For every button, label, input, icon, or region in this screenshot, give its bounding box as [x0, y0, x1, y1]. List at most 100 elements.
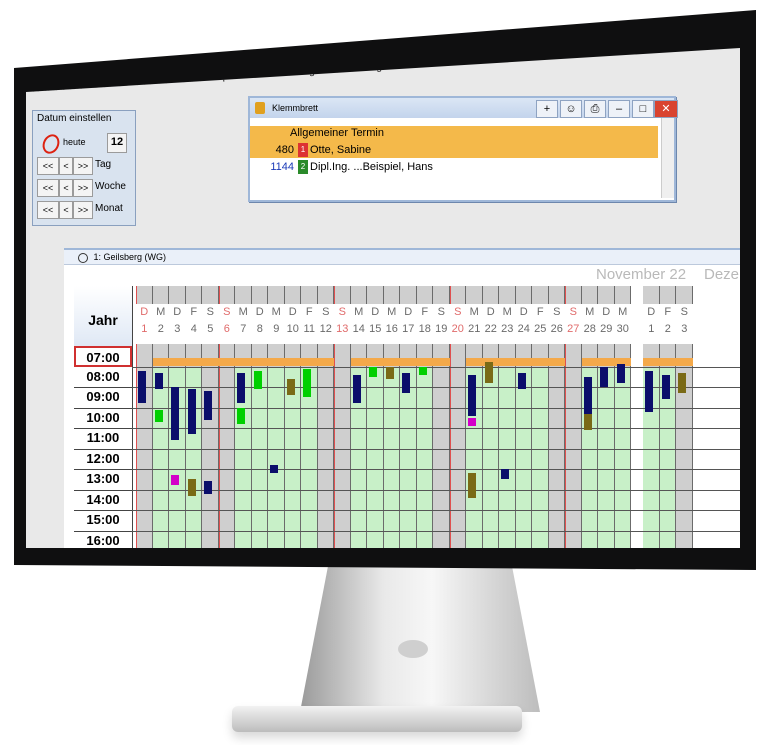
- day-header: D 24: [515, 304, 532, 344]
- appointment-block[interactable]: [616, 364, 625, 383]
- patient-id: 480: [275, 144, 294, 156]
- add-button[interactable]: +: [536, 100, 558, 118]
- appointment-block[interactable]: [418, 366, 427, 375]
- clipboard-window: Klemmbrett + ☺ ⎙ – □ ✕ Allgemeiner Termi…: [248, 96, 678, 202]
- calendar-icon[interactable]: 12: [107, 133, 127, 153]
- day-header: S 13: [334, 304, 351, 344]
- appointment-block[interactable]: [154, 409, 163, 422]
- calendar-grid[interactable]: Jahr 07:00 08:00 09:00 10:00 11:00 12:00 13:00…: [74, 286, 740, 548]
- calendar-window: 1: Geilsberg (WG) November 22 Dezemb Jah…: [64, 248, 740, 548]
- appointment-block[interactable]: [270, 464, 279, 474]
- appointment-block[interactable]: [517, 372, 526, 390]
- day-number: 30: [616, 323, 629, 335]
- week-forward[interactable]: >>: [73, 179, 93, 197]
- today-button[interactable]: heute: [39, 131, 89, 157]
- appointment-block[interactable]: [154, 372, 163, 390]
- appointment-block[interactable]: [237, 407, 246, 424]
- day-number: 9: [273, 323, 280, 335]
- appointment-block[interactable]: [661, 374, 670, 400]
- print-icon[interactable]: ⎙: [584, 100, 606, 118]
- month-back[interactable]: <: [59, 201, 73, 219]
- week-back[interactable]: <: [59, 179, 73, 197]
- day-number: 28: [583, 323, 596, 335]
- appointment-block[interactable]: [385, 366, 394, 379]
- hour-line: [132, 530, 740, 532]
- day-number: 3: [174, 323, 181, 335]
- clipboard-scrollbar[interactable]: [661, 118, 674, 198]
- appointment-block[interactable]: [352, 374, 361, 404]
- appointment-block[interactable]: [187, 479, 196, 496]
- date-panel-title: Datum einstellen: [37, 113, 112, 124]
- time-column: Jahr 07:00 08:00 09:00 10:00 11:00 12:00 13:00…: [74, 286, 133, 548]
- date-panel: Datum einstellen heute 12 << < >> Tag <<…: [32, 110, 136, 226]
- hour-line: [132, 489, 740, 491]
- minimize-button[interactable]: –: [608, 100, 630, 118]
- close-button[interactable]: ✕: [654, 100, 678, 118]
- month-back-fast[interactable]: <<: [37, 201, 59, 219]
- slot-bar[interactable]: [643, 358, 693, 367]
- appointment-block[interactable]: [583, 376, 592, 414]
- appointment-block[interactable]: [484, 362, 493, 383]
- appointment-block[interactable]: [369, 366, 378, 377]
- day-header: M 16: [383, 304, 400, 344]
- today-label: heute: [63, 137, 86, 147]
- day-header: S 27: [565, 304, 582, 344]
- slot-bar[interactable]: [235, 358, 334, 367]
- appointment-block[interactable]: [678, 372, 687, 394]
- time-label: 15:00: [74, 510, 132, 532]
- day-number: 17: [402, 323, 415, 335]
- hour-line: [132, 510, 740, 511]
- patient-badge: 2: [298, 160, 308, 174]
- time-label: 07:00: [74, 346, 132, 367]
- appointment-block[interactable]: [204, 481, 213, 494]
- day-letter: M: [271, 306, 281, 318]
- appointment-block[interactable]: [253, 370, 262, 390]
- person-icon[interactable]: ☺: [560, 100, 582, 118]
- week-back-fast[interactable]: <<: [37, 179, 59, 197]
- appointment-block[interactable]: [402, 372, 411, 394]
- appointment-block[interactable]: [645, 370, 654, 412]
- appointment-block[interactable]: [583, 413, 592, 431]
- appointment-block[interactable]: [286, 378, 295, 396]
- month-forward[interactable]: >>: [73, 201, 93, 219]
- free-slot: [251, 366, 267, 548]
- appointment-block[interactable]: [171, 387, 180, 441]
- appointment-block[interactable]: [171, 475, 180, 486]
- month-november: November 22: [596, 266, 687, 283]
- day-letter: M: [618, 306, 628, 318]
- appointment-block[interactable]: [138, 370, 147, 404]
- appointment-block[interactable]: [468, 374, 477, 416]
- slot-bar[interactable]: [350, 358, 450, 367]
- free-slot: [268, 366, 284, 548]
- appointment-block[interactable]: [237, 372, 246, 404]
- maximize-button[interactable]: □: [632, 100, 654, 118]
- monitor-base: [232, 706, 522, 732]
- day-number: 23: [501, 323, 514, 335]
- day-letter: D: [404, 306, 413, 318]
- appointment-block[interactable]: [501, 469, 510, 480]
- day-header: S5: [202, 304, 219, 344]
- day-forward[interactable]: >>: [73, 157, 93, 175]
- appointment-block[interactable]: [468, 473, 477, 498]
- day-back[interactable]: <: [59, 157, 73, 175]
- day-letter: D: [602, 306, 611, 318]
- day-back-fast[interactable]: <<: [37, 157, 59, 175]
- day-number: 19: [435, 323, 448, 335]
- slot-bar[interactable]: [152, 358, 235, 367]
- monitor-stand: [300, 562, 540, 712]
- appointment-block[interactable]: [468, 417, 477, 426]
- day-header: F2: [659, 304, 676, 344]
- time-label: 10:00: [74, 408, 132, 429]
- appointment-block[interactable]: [600, 366, 609, 387]
- free-slot: [499, 366, 515, 548]
- slot-bar[interactable]: [466, 358, 565, 367]
- day-letter: D: [486, 306, 495, 318]
- day-letter: D: [519, 306, 528, 318]
- day-header: M 21: [466, 304, 483, 344]
- appointment-block[interactable]: [187, 389, 196, 435]
- day-number: 1: [141, 323, 148, 335]
- appointment-block[interactable]: [303, 368, 312, 398]
- free-slot: [614, 366, 630, 548]
- appointment-block[interactable]: [204, 391, 213, 420]
- day-number: 14: [352, 323, 365, 335]
